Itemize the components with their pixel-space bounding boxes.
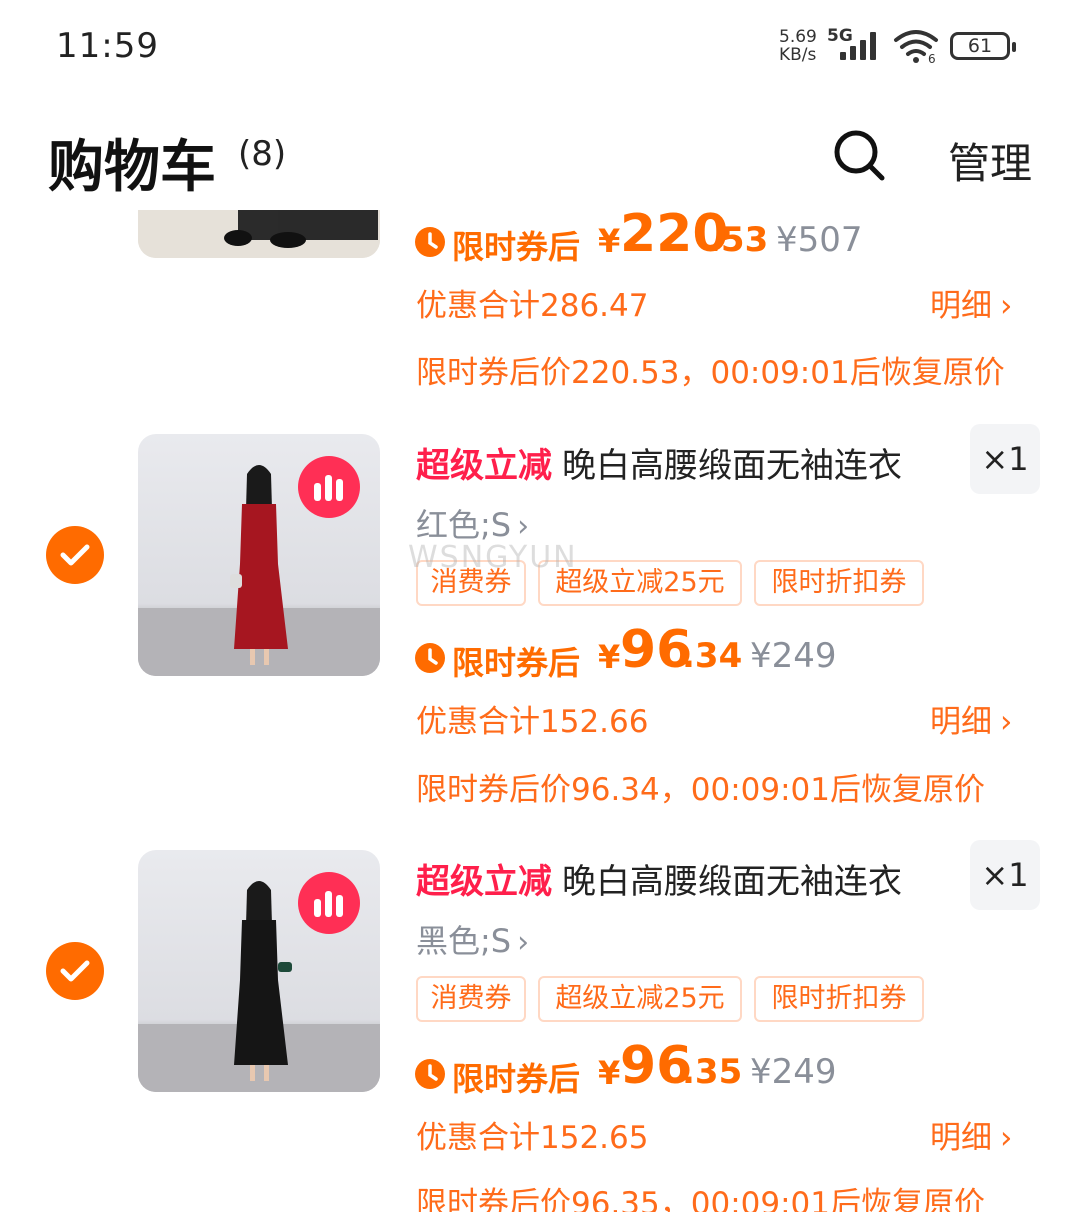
- clock-icon: [415, 1059, 445, 1089]
- chevron-right-icon: ›: [517, 509, 530, 544]
- wifi-level: 6: [928, 52, 936, 64]
- status-time: 11:59: [56, 26, 159, 66]
- product-title[interactable]: 超级立减 晚白高腰缎面无袖连衣: [416, 438, 902, 487]
- original-price: ¥507: [776, 220, 863, 260]
- network-speed-unit: KB/s: [779, 45, 817, 65]
- item-checkbox[interactable]: [46, 526, 104, 584]
- variant-selector[interactable]: 黑色;S ›: [416, 916, 529, 962]
- chart-badge-icon: [298, 456, 360, 518]
- dress-shape: [234, 920, 288, 1065]
- detail-label: 明细: [930, 288, 992, 324]
- price-decimal: .35: [682, 1052, 743, 1092]
- quantity-stepper[interactable]: ×1: [970, 840, 1040, 910]
- detail-label: 明细: [930, 704, 992, 740]
- promo-tag: 超级立减: [416, 446, 552, 486]
- watermark: WSNGYUN: [408, 540, 578, 575]
- original-price: ¥249: [750, 1052, 837, 1092]
- checkmark-icon: [60, 960, 90, 982]
- discount-total: 优惠合计286.47: [416, 288, 649, 324]
- currency-symbol: ¥: [598, 222, 621, 260]
- network-speed: 5.69 KB/s: [779, 28, 817, 64]
- currency-symbol: ¥: [598, 638, 621, 676]
- detail-link[interactable]: 明细 ›: [930, 280, 1012, 325]
- dress-shape: [234, 504, 288, 649]
- cart-count: (8): [238, 134, 287, 174]
- price-decimal: .34: [682, 636, 743, 676]
- price-label: 限时券后: [452, 1060, 581, 1098]
- discount-total: 优惠合计152.65: [416, 1120, 649, 1156]
- variant-label: 黑色;S: [416, 922, 512, 960]
- chevron-right-icon: ›: [517, 925, 530, 960]
- status-bar: 11:59 5.69 KB/s 5G 6 61: [0, 0, 1080, 90]
- wifi-icon: 6: [894, 30, 938, 64]
- coupon-badge: 限时折扣券: [754, 976, 924, 1022]
- coupon-badge: 消费券: [416, 976, 526, 1022]
- item-checkbox[interactable]: [46, 942, 104, 1000]
- battery-icon: 61: [950, 32, 1016, 60]
- discount-total: 优惠合计152.66: [416, 704, 649, 740]
- price-notice: 限时券后价96.34，00:09:01后恢复原价: [416, 772, 985, 808]
- chevron-right-icon: ›: [1000, 1120, 1013, 1156]
- clock-icon: [415, 227, 445, 257]
- price-notice: 限时券后价220.53，00:09:01后恢复原价: [416, 355, 1005, 391]
- original-price: ¥249: [750, 636, 837, 676]
- price-decimal: .53: [708, 220, 769, 260]
- product-name: 晚白高腰缎面无袖连衣: [562, 862, 902, 902]
- search-button[interactable]: [832, 128, 888, 184]
- clock-icon: [415, 643, 445, 673]
- network-speed-value: 5.69: [779, 27, 817, 47]
- product-title[interactable]: 超级立减 晚白高腰缎面无袖连衣: [416, 854, 902, 903]
- currency-symbol: ¥: [598, 1054, 621, 1092]
- page-title: 购物车: [48, 135, 216, 200]
- price-notice: 限时券后价96.35，00:09:01后恢复原价: [416, 1186, 985, 1212]
- quantity-stepper[interactable]: ×1: [970, 424, 1040, 494]
- checkmark-icon: [60, 544, 90, 566]
- detail-link[interactable]: 明细 ›: [930, 1112, 1012, 1157]
- price-label: 限时券后: [452, 228, 581, 266]
- detail-link[interactable]: 明细 ›: [930, 696, 1012, 741]
- coupon-badge: 超级立减25元: [538, 976, 742, 1022]
- variant-label: 红色;S: [416, 506, 512, 544]
- promo-tag: 超级立减: [416, 862, 552, 902]
- chevron-right-icon: ›: [1000, 288, 1013, 324]
- price-label: 限时券后: [452, 644, 581, 682]
- cart-header: 购物车 (8) 管理: [0, 100, 1080, 210]
- product-name: 晚白高腰缎面无袖连衣: [562, 446, 902, 486]
- product-thumbnail[interactable]: [138, 434, 380, 676]
- detail-label: 明细: [930, 1120, 992, 1156]
- product-thumbnail[interactable]: [138, 850, 380, 1092]
- signal-icon: [840, 32, 876, 60]
- search-icon: [834, 130, 885, 181]
- coupon-badge: 限时折扣券: [754, 560, 924, 606]
- manage-button[interactable]: 管理: [948, 130, 1032, 191]
- chevron-right-icon: ›: [1000, 704, 1013, 740]
- chart-badge-icon: [298, 872, 360, 934]
